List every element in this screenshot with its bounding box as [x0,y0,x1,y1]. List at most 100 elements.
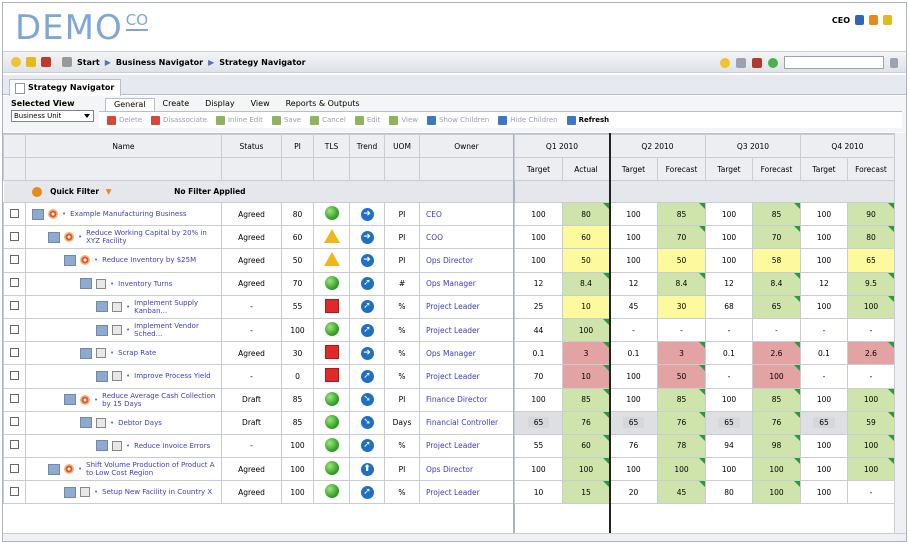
traffic-light-green-icon[interactable] [324,322,339,337]
item-name-link[interactable]: Shift Volume Production of Product A to … [86,461,219,477]
item-name-link[interactable]: Reduce Average Cash Collection by 15 Day… [102,392,219,408]
table-row[interactable]: • Setup New Facility in Country X Agreed 10… [3,480,514,505]
item-name-link[interactable]: Implement Vendor Sched... [134,322,219,338]
trend-right-icon[interactable]: ➜ [360,207,374,221]
action-show-children-button[interactable]: Show Children [427,115,489,125]
logout-icon[interactable] [883,15,892,25]
trend-right-icon[interactable]: ➜ [360,230,374,244]
table-row[interactable]: 25 10 45 30 68 65 100 100 [514,294,895,319]
trend-up2-icon[interactable]: ⬆ [360,462,374,476]
owner-column-header[interactable]: Owner [419,134,514,158]
row-checkbox[interactable] [10,417,19,427]
expand-icon[interactable] [48,231,60,243]
user-icon[interactable] [855,15,864,25]
horizontal-scrollbar[interactable] [3,533,906,541]
action-cancel-button[interactable]: Cancel [310,115,346,125]
breadcrumb-business-navigator[interactable]: Business Navigator [116,58,203,67]
trend-up-icon[interactable]: ➚ [360,369,374,383]
trend-down-icon[interactable]: ➘ [360,416,374,430]
expand-icon[interactable] [96,440,108,452]
row-checkbox[interactable] [10,370,19,380]
item-name-link[interactable]: Implement Supply Kanban... [134,299,219,315]
traffic-light-green-icon[interactable] [324,414,339,429]
menu-tab-general[interactable]: General [105,98,155,111]
item-name-link[interactable]: Scrap Rate [118,349,156,357]
item-name-link[interactable]: Inventory Turns [118,280,172,288]
table-row[interactable]: 0.1 3 0.1 3 0.1 2.6 0.1 2.6 [514,341,895,366]
favorites-icon[interactable] [26,57,36,67]
selected-view-select[interactable]: Business Unit [11,110,94,122]
table-row[interactable]: 44 100 - - - - - - [514,317,895,343]
expand-icon[interactable] [64,394,76,406]
menu-tab-display[interactable]: Display [197,98,243,111]
lock-icon[interactable] [869,15,878,25]
traffic-light-green-icon[interactable] [324,461,339,476]
table-row[interactable]: 70 10 100 50 - 100 - - [514,364,895,389]
uom-column-header[interactable]: UOM [384,134,420,158]
row-checkbox[interactable] [10,231,19,241]
expand-icon[interactable] [96,324,108,336]
table-row[interactable]: • Scrap Rate Agreed 30 ➜% Ops Manager [3,341,514,366]
table-row[interactable]: • Reduce Inventory by $25M Agreed 50 ➜ PI Ops … [3,248,514,273]
trend-column-header[interactable]: Trend [349,134,385,158]
row-checkbox[interactable] [10,463,19,473]
expand-icon[interactable] [80,278,92,290]
table-row[interactable]: 100 100 100 100 100 100 100 100 [514,457,895,482]
expand-icon[interactable] [64,254,76,266]
table-row[interactable]: 55 60 76 78 94 98 100 100 [514,433,895,459]
home-icon[interactable] [41,57,51,67]
trend-up-icon[interactable]: ➚ [360,485,374,499]
breadcrumb-strategy-navigator[interactable]: Strategy Navigator [219,58,305,67]
item-name-link[interactable]: Setup New Facility in Country X [102,488,212,496]
expand-icon[interactable] [48,463,60,475]
traffic-light-green-icon[interactable] [324,484,339,499]
row-checkbox[interactable] [10,347,19,357]
traffic-light-warn-icon[interactable] [323,229,340,244]
table-row[interactable]: • Debtor Days Draft 85 ➘ Days Financial Contro… [3,410,514,435]
lightbulb-icon[interactable] [720,57,730,68]
action-hide-children-button[interactable]: Hide Children [498,115,558,125]
quick-filter[interactable]: Quick Filter ▼ No Filter Applied [25,180,314,203]
help-icon[interactable] [768,57,778,68]
table-row[interactable]: • Implement Vendor Sched... -100 ➚% Project … [3,317,514,343]
tls-column-header[interactable]: TLS [313,134,350,158]
table-row[interactable]: • Implement Supply Kanban... -55 ➚% Project … [3,294,514,319]
name-column-header[interactable]: Name [25,134,222,158]
table-row[interactable]: • Inventory Turns Agreed 70 ➚ # Ops Manager [3,271,514,296]
trend-down-icon[interactable]: ➘ [360,393,374,407]
owner-link[interactable]: Ops Manager [419,341,514,366]
expand-icon[interactable] [96,370,108,382]
pi-column-header[interactable]: PI [281,134,314,158]
tab-strategy-navigator[interactable]: Strategy Navigator [9,79,122,96]
row-checkbox[interactable] [10,486,19,496]
trend-right-icon[interactable]: ➜ [360,346,374,360]
item-name-link[interactable]: Reduce Inventory by $25M [102,256,196,264]
owner-link[interactable]: Ops Director [419,457,514,482]
action-view-button[interactable]: View [389,115,418,125]
action-inline-edit-button[interactable]: Inline Edit [215,115,263,125]
traffic-light-red-icon[interactable] [324,298,339,313]
table-row[interactable]: • Improve Process Yield -0 ➚% Project Leader [3,364,514,389]
tools-icon[interactable] [736,57,746,68]
menu-tab-create[interactable]: Create [155,98,198,111]
action-disassociate-button[interactable]: Disassociate [151,115,207,125]
chevron-down-icon[interactable]: ▼ [106,187,112,196]
action-edit-button[interactable]: Edit [354,115,380,125]
owner-link[interactable]: Ops Manager [419,271,514,296]
row-checkbox[interactable] [10,440,19,450]
owner-link[interactable]: Project Leader [419,433,514,459]
expand-icon[interactable] [64,486,76,498]
status-column-header[interactable]: Status [221,134,282,158]
table-row[interactable]: • Reduce Invoice Errors -100 ➚% Project Lead… [3,433,514,459]
trend-right-icon[interactable]: ➜ [360,253,374,267]
table-row[interactable]: 100 80 100 85 100 85 100 90 [514,201,895,227]
star-icon[interactable] [11,57,21,67]
table-row[interactable]: • Reduce Working Capital by 20% in XYZ Fa… [3,225,514,250]
flag-icon[interactable] [752,57,762,68]
owner-link[interactable]: COO [419,225,514,250]
traffic-light-red-icon[interactable] [324,345,339,360]
item-name-link[interactable]: Example Manufacturing Business [70,210,186,218]
table-row[interactable]: • Shift Volume Production of Product A to… [3,457,514,482]
trend-up-icon[interactable]: ➚ [360,323,374,337]
item-name-link[interactable]: Reduce Invoice Errors [134,442,210,450]
